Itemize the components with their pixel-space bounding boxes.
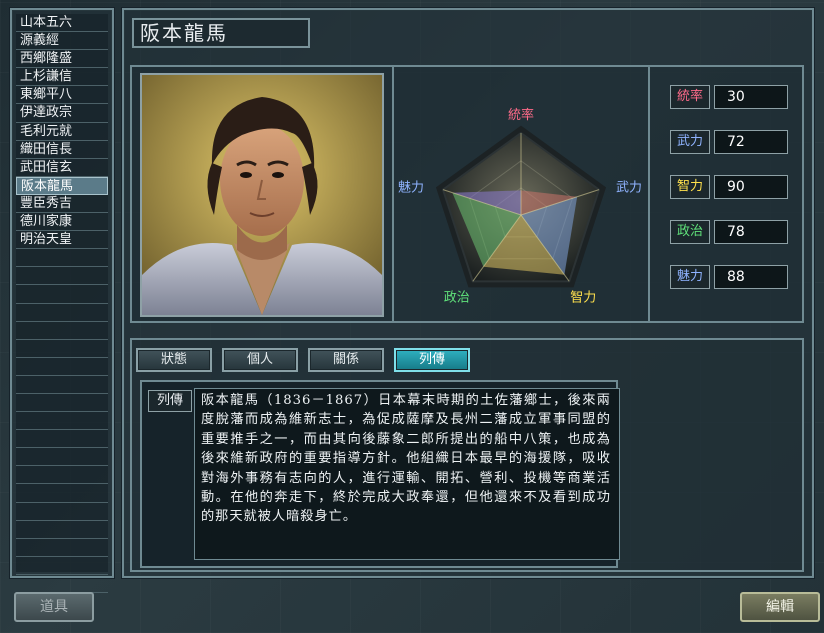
tab-3[interactable]: 列傳 <box>394 348 470 372</box>
stat-value: 90 <box>714 175 788 199</box>
list-item-empty <box>16 484 108 503</box>
list-item[interactable]: 武田信玄 <box>16 159 108 177</box>
detail-panel: 阪本龍馬 統率 武力 智力 政治 魅力 統率 30 武力 72 智力 90 政治… <box>122 8 814 578</box>
stat-value: 30 <box>714 85 788 109</box>
list-item[interactable]: 豐臣秀吉 <box>16 195 108 214</box>
biography-text[interactable]: 阪本龍馬（1836－1867）日本幕末時期的土佐藩鄉士，後來兩度脫藩而成為維新志… <box>194 388 620 560</box>
stat-label: 統率 <box>670 85 710 109</box>
radar-axis-label: 政治 <box>444 290 470 305</box>
radar-axis-label: 智力 <box>570 290 596 305</box>
list-item-empty <box>16 448 108 467</box>
list-item-empty <box>16 503 108 521</box>
list-item-empty <box>16 430 108 449</box>
list-item-empty <box>16 267 108 286</box>
list-item[interactable]: 上杉謙信 <box>16 68 108 87</box>
stat-label: 武力 <box>670 130 710 154</box>
stat-radar-chart: 統率武力智力 政治 魅力 <box>392 67 650 321</box>
stat-value: 72 <box>714 130 788 154</box>
list-item-empty <box>16 557 108 575</box>
radar-axis-label: 統率 <box>508 107 534 123</box>
info-section: 狀態 個人 關係 列傳 列傳 阪本龍馬（1836－1867）日本幕末時期的土佐藩鄉士，… <box>130 338 804 572</box>
tab-2[interactable]: 關係 <box>308 348 384 372</box>
radar-axis-label: 魅力 <box>398 181 424 196</box>
stat-row-force: 武力 72 <box>662 130 792 154</box>
list-item-empty <box>16 376 108 394</box>
biography-panel: 列傳 阪本龍馬（1836－1867）日本幕末時期的土佐藩鄉士，後來兩度脫藩而成為… <box>140 380 620 568</box>
tab-1[interactable]: 個人 <box>222 348 298 372</box>
biography-tag: 列傳 <box>148 390 192 412</box>
list-item-empty <box>16 521 108 539</box>
list-item[interactable]: 伊達政宗 <box>16 104 108 123</box>
list-item[interactable]: 毛利元就 <box>16 123 108 141</box>
radar-axis-label: 武力 <box>616 181 642 196</box>
stat-label: 魅力 <box>670 265 710 289</box>
stat-row-politics: 政治 78 <box>662 220 792 244</box>
character-name: 阪本龍馬 <box>132 18 310 48</box>
radar-svg: 統率武力智力 政治 魅力 <box>398 107 642 305</box>
stat-row-intelligence: 智力 90 <box>662 175 792 199</box>
list-item-empty <box>16 412 108 431</box>
list-item-empty <box>16 358 108 376</box>
profile-section: 統率 武力 智力 政治 魅力 統率 30 武力 72 智力 90 政治 78 魅力 88 <box>130 65 804 323</box>
character-portrait <box>140 73 384 317</box>
list-item-empty <box>16 322 108 340</box>
list-item[interactable]: 阪本龍馬 <box>16 176 108 195</box>
character-list: 山本五六 源義經 西鄉隆盛 上杉謙信 東鄉平八 伊達政宗 毛利元就 織田信長 武田信玄 阪本龍馬豐… <box>10 8 114 593</box>
list-item-empty <box>16 285 108 304</box>
list-item-empty <box>16 304 108 322</box>
stat-value: 88 <box>714 265 788 289</box>
list-item[interactable]: 西鄉隆盛 <box>16 50 108 69</box>
portrait-illustration <box>142 75 382 315</box>
list-item-empty <box>16 539 108 557</box>
list-item-empty <box>16 466 108 485</box>
list-item[interactable]: 織田信長 <box>16 141 108 159</box>
stat-label: 政治 <box>670 220 710 244</box>
items-button[interactable]: 道具 <box>14 592 94 622</box>
list-item[interactable]: 山本五六 <box>16 14 108 33</box>
list-item-empty <box>16 394 108 413</box>
list-item[interactable]: 德川家康 <box>16 213 108 232</box>
list-item-empty <box>16 575 108 593</box>
stat-value: 78 <box>714 220 788 244</box>
tab-0[interactable]: 狀態 <box>136 348 212 372</box>
stat-label: 智力 <box>670 175 710 199</box>
list-item-empty <box>16 249 108 268</box>
edit-button[interactable]: 編輯 <box>740 592 820 622</box>
stat-row-leadership: 統率 30 <box>662 85 792 109</box>
character-list-inner: 山本五六 源義經 西鄉隆盛 上杉謙信 東鄉平八 伊達政宗 毛利元就 織田信長 武田信玄 阪本龍馬豐… <box>16 14 108 593</box>
list-item-empty <box>16 340 108 358</box>
list-item[interactable]: 源義經 <box>16 32 108 51</box>
stat-row-charm: 魅力 88 <box>662 265 792 289</box>
list-item[interactable]: 東鄉平八 <box>16 86 108 105</box>
list-item[interactable]: 明治天皇 <box>16 231 108 250</box>
